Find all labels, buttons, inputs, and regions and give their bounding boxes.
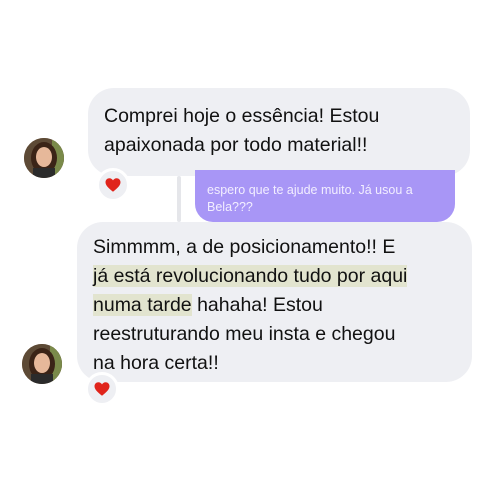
quoted-text: espero que te ajude muito. Já usou a [207,183,413,197]
avatar[interactable] [24,138,64,178]
message-text: hahaha! Estou [191,294,323,316]
message-text: Comprei hoje o essência! Estou [104,105,380,127]
reaction-badge[interactable] [85,372,119,406]
highlighted-text: numa tarde [93,294,192,316]
quoted-text: Bela??? [207,200,253,214]
heart-emoji-icon [105,178,121,192]
reply-divider [177,176,181,222]
reaction-badge[interactable] [96,168,130,202]
message-bubble[interactable]: Simmmm, a de posicionamento!! E já está … [77,222,472,382]
avatar[interactable] [22,344,62,384]
message-bubble[interactable]: Comprei hoje o essência! Estou apaixonad… [88,88,470,176]
avatar-photo [22,344,62,384]
highlighted-text: já está revolucionando tudo por aqui [93,265,408,287]
message-text: apaixonada por todo material!! [104,134,368,156]
message-text: na hora certa!! [93,352,219,374]
message-text: reestruturando meu insta e chegou [93,323,396,345]
heart-emoji-icon [94,382,110,396]
quoted-reply-bubble[interactable]: espero que te ajude muito. Já usou a Bel… [195,170,455,222]
message-text: Simmmm, a de posicionamento!! E [93,236,396,258]
avatar-photo [24,138,64,178]
